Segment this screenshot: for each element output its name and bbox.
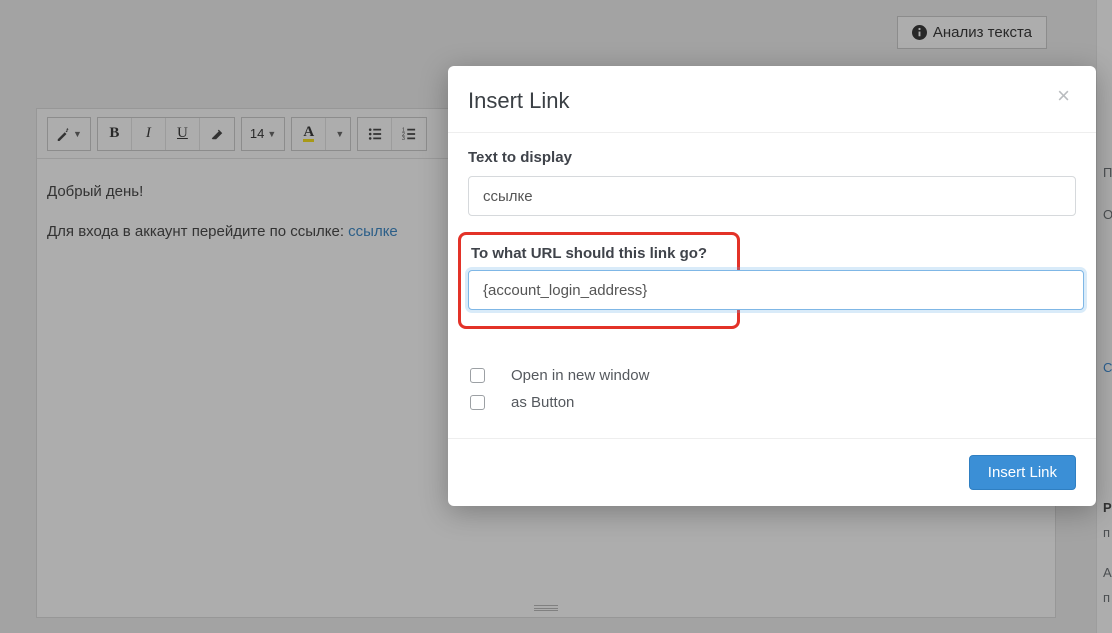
- open-new-window-row: Open in new window: [468, 367, 1076, 384]
- modal-footer: Insert Link: [448, 438, 1096, 506]
- text-to-display-input[interactable]: [468, 176, 1076, 216]
- text-to-display-field: Text to display: [468, 149, 1076, 216]
- insert-link-button[interactable]: Insert Link: [969, 455, 1076, 490]
- as-button-row: as Button: [468, 394, 1076, 411]
- modal-title: Insert Link: [468, 88, 570, 114]
- insert-link-modal: Insert Link × Text to display To what UR…: [448, 66, 1096, 506]
- url-label: To what URL should this link go?: [471, 245, 727, 262]
- modal-body: Text to display To what URL should this …: [448, 133, 1096, 438]
- close-icon[interactable]: ×: [1057, 88, 1070, 104]
- text-to-display-label: Text to display: [468, 149, 1076, 166]
- as-button-label: as Button: [511, 394, 574, 411]
- url-input[interactable]: [468, 270, 1084, 310]
- as-button-checkbox[interactable]: [470, 395, 485, 410]
- open-new-window-label: Open in new window: [511, 367, 649, 384]
- modal-header: Insert Link ×: [448, 66, 1096, 133]
- open-new-window-checkbox[interactable]: [470, 368, 485, 383]
